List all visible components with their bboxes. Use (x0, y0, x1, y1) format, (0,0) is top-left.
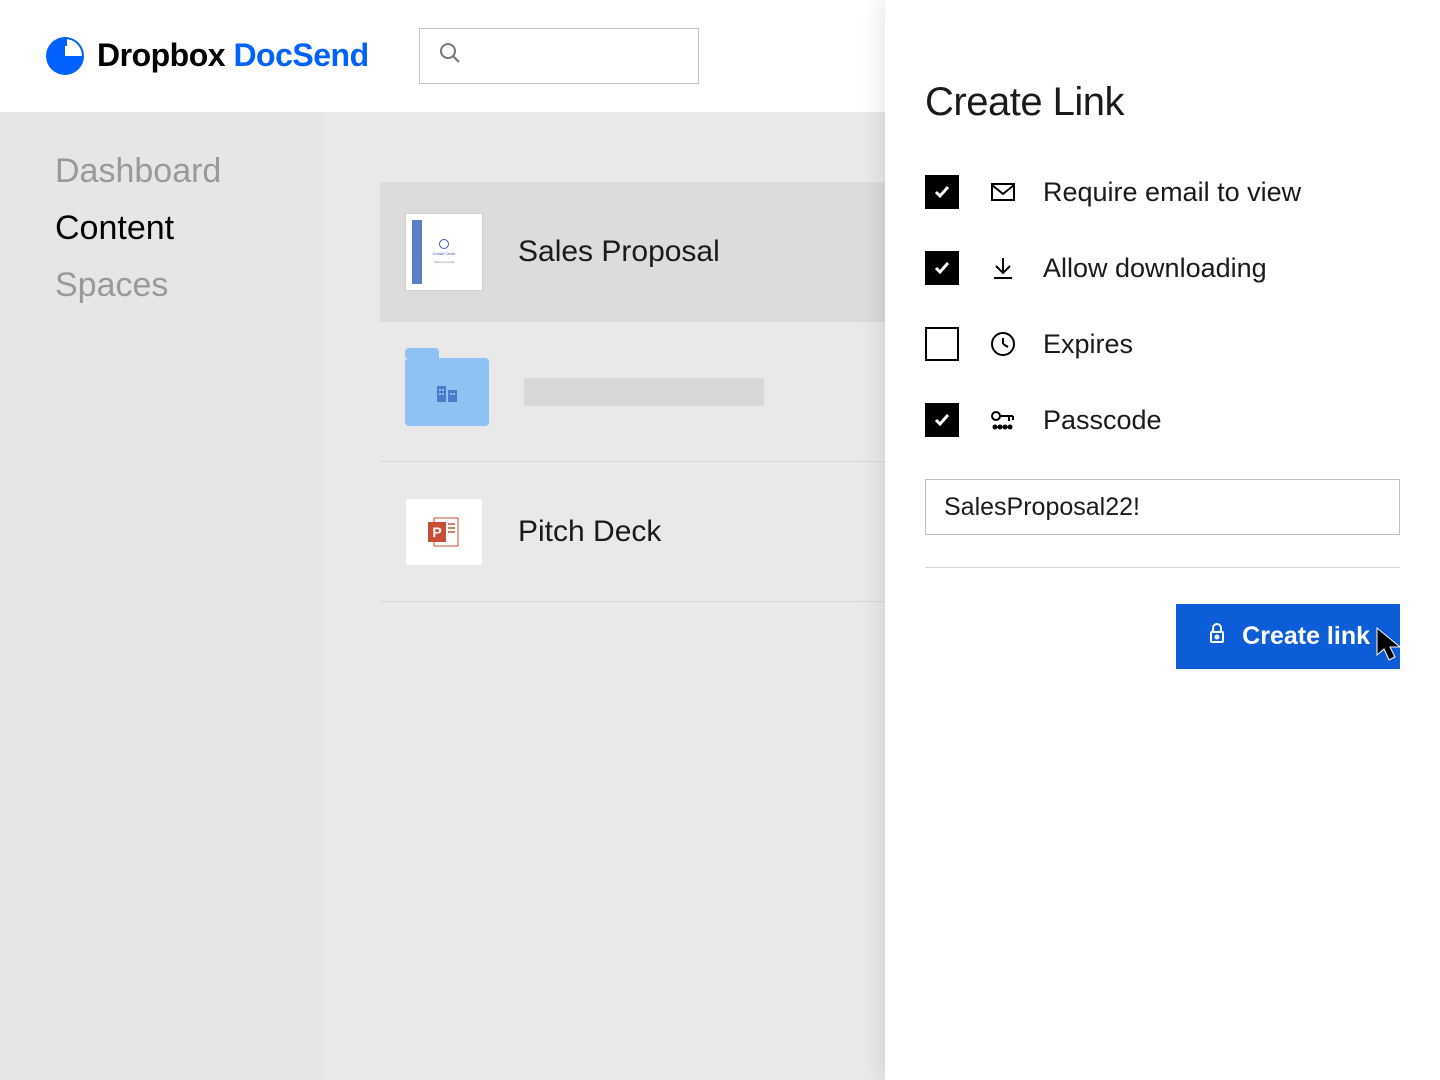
sidebar-item-content[interactable]: Content (55, 209, 270, 248)
sidebar: Dashboard Content Spaces (0, 112, 325, 1080)
brand-docsend: DocSend (233, 37, 368, 73)
create-link-button[interactable]: Create link (1176, 604, 1400, 669)
content-title: Sales Proposal (518, 235, 720, 269)
mail-icon (989, 178, 1017, 206)
download-icon (989, 254, 1017, 282)
option-label: Expires (1043, 329, 1133, 360)
content-title-placeholder (524, 378, 764, 406)
logo-text: Dropbox DocSend (97, 37, 369, 74)
dropbox-logo-icon (45, 36, 85, 76)
option-label: Allow downloading (1043, 253, 1267, 284)
sidebar-item-spaces[interactable]: Spaces (55, 266, 270, 305)
option-require-email: Require email to view (925, 175, 1400, 209)
checkbox-allow-download[interactable] (925, 251, 959, 285)
svg-text:P: P (432, 524, 441, 540)
panel-title: Create Link (925, 80, 1400, 125)
option-passcode: Passcode (925, 403, 1400, 437)
powerpoint-icon: P (405, 498, 483, 566)
divider (925, 567, 1400, 568)
option-label: Passcode (1043, 405, 1162, 436)
option-expires: Expires (925, 327, 1400, 361)
lock-icon (1206, 622, 1228, 651)
brand-dropbox: Dropbox (97, 37, 225, 73)
search-input[interactable] (419, 28, 699, 84)
content-title: Pitch Deck (518, 515, 661, 549)
create-link-panel: Create Link Require email to view (885, 0, 1440, 1080)
checkbox-passcode[interactable] (925, 403, 959, 437)
folder-icon (405, 358, 489, 426)
logo[interactable]: Dropbox DocSend (45, 36, 369, 76)
option-allow-download: Allow downloading (925, 251, 1400, 285)
clock-icon (989, 330, 1017, 358)
doc-thumbnail-icon: Cobalt Circle Sales Proposal (405, 213, 483, 291)
passcode-field[interactable] (925, 479, 1400, 535)
checkbox-require-email[interactable] (925, 175, 959, 209)
option-label: Require email to view (1043, 177, 1301, 208)
key-icon (989, 406, 1017, 434)
checkbox-expires[interactable] (925, 327, 959, 361)
sidebar-item-dashboard[interactable]: Dashboard (55, 152, 270, 191)
search-icon (438, 41, 462, 70)
create-link-button-label: Create link (1242, 622, 1370, 651)
